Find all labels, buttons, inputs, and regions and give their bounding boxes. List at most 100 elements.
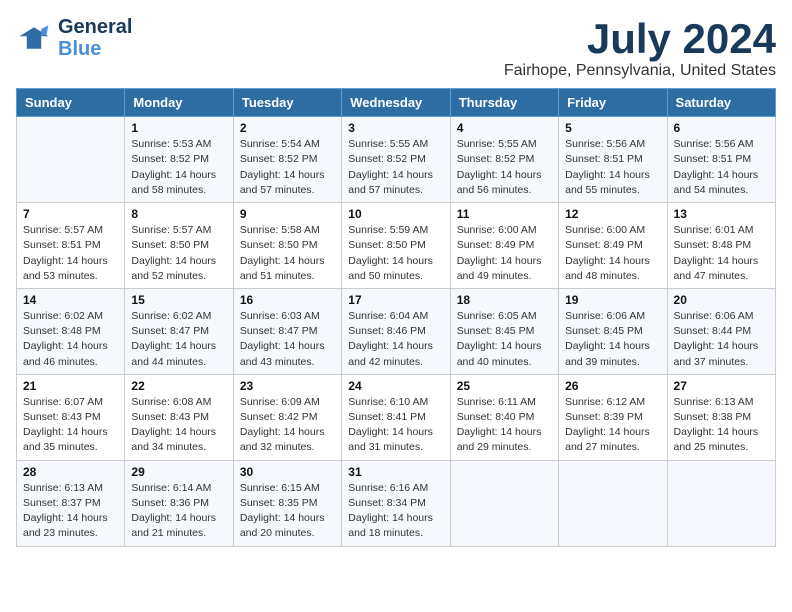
day-number: 21 xyxy=(23,379,118,393)
logo-text: General Blue xyxy=(58,16,132,60)
day-info: Sunrise: 6:16 AMSunset: 8:34 PMDaylight:… xyxy=(348,481,443,542)
calendar-cell: 14 Sunrise: 6:02 AMSunset: 8:48 PMDayligh… xyxy=(17,288,125,374)
day-number: 11 xyxy=(457,207,552,221)
calendar-cell: 30Sunrise: 6:15 AMSunset: 8:35 PMDayligh… xyxy=(233,460,341,546)
day-info: Sunrise: 6:06 AMSunset: 8:45 PMDaylight:… xyxy=(565,309,660,370)
day-info: Sunrise: 5:57 AMSunset: 8:50 PMDaylight:… xyxy=(131,223,226,284)
calendar-cell: 13 Sunrise: 6:01 AMSunset: 8:48 PMDayligh… xyxy=(667,203,775,289)
calendar-cell: 9Sunrise: 5:58 AMSunset: 8:50 PMDaylight… xyxy=(233,203,341,289)
day-number: 14 xyxy=(23,293,118,307)
day-info: Sunrise: 6:02 AMSunset: 8:47 PMDaylight:… xyxy=(131,309,226,370)
weekday-header: Wednesday xyxy=(342,89,450,117)
calendar-subtitle: Fairhope, Pennsylvania, United States xyxy=(504,62,776,80)
calendar-cell: 6 Sunrise: 5:56 AMSunset: 8:51 PMDaylight… xyxy=(667,117,775,203)
calendar-cell: 25 Sunrise: 6:11 AMSunset: 8:40 PMDayligh… xyxy=(450,374,558,460)
calendar-cell: 28 Sunrise: 6:13 AMSunset: 8:37 PMDayligh… xyxy=(17,460,125,546)
day-number: 22 xyxy=(131,379,226,393)
day-info: Sunrise: 6:11 AMSunset: 8:40 PMDaylight:… xyxy=(457,395,552,456)
day-number: 6 xyxy=(674,121,769,135)
day-number: 17 xyxy=(348,293,443,307)
calendar-cell: 5 Sunrise: 5:56 AMSunset: 8:51 PMDaylight… xyxy=(559,117,667,203)
calendar-week-row: 28 Sunrise: 6:13 AMSunset: 8:37 PMDayligh… xyxy=(17,460,776,546)
day-info: Sunrise: 6:00 AMSunset: 8:49 PMDaylight:… xyxy=(457,223,552,284)
weekday-header: Saturday xyxy=(667,89,775,117)
day-number: 8 xyxy=(131,207,226,221)
day-number: 31 xyxy=(348,465,443,479)
calendar-cell: 31 Sunrise: 6:16 AMSunset: 8:34 PMDayligh… xyxy=(342,460,450,546)
day-info: Sunrise: 6:04 AMSunset: 8:46 PMDaylight:… xyxy=(348,309,443,370)
day-info: Sunrise: 6:01 AMSunset: 8:48 PMDaylight:… xyxy=(674,223,769,284)
calendar-cell: 26 Sunrise: 6:12 AMSunset: 8:39 PMDayligh… xyxy=(559,374,667,460)
calendar-cell xyxy=(17,117,125,203)
day-number: 29 xyxy=(131,465,226,479)
calendar-cell: 2Sunrise: 5:54 AMSunset: 8:52 PMDaylight… xyxy=(233,117,341,203)
calendar-cell: 21 Sunrise: 6:07 AMSunset: 8:43 PMDayligh… xyxy=(17,374,125,460)
calendar-cell: 16Sunrise: 6:03 AMSunset: 8:47 PMDayligh… xyxy=(233,288,341,374)
logo-icon xyxy=(16,20,52,56)
calendar-cell: 24Sunrise: 6:10 AMSunset: 8:41 PMDayligh… xyxy=(342,374,450,460)
calendar-cell: 27Sunrise: 6:13 AMSunset: 8:38 PMDayligh… xyxy=(667,374,775,460)
day-number: 13 xyxy=(674,207,769,221)
day-number: 12 xyxy=(565,207,660,221)
day-info: Sunrise: 6:00 AMSunset: 8:49 PMDaylight:… xyxy=(565,223,660,284)
calendar-cell: 1Sunrise: 5:53 AMSunset: 8:52 PMDaylight… xyxy=(125,117,233,203)
day-info: Sunrise: 6:13 AMSunset: 8:37 PMDaylight:… xyxy=(23,481,118,542)
calendar-cell: 20 Sunrise: 6:06 AMSunset: 8:44 PMDayligh… xyxy=(667,288,775,374)
weekday-header: Tuesday xyxy=(233,89,341,117)
calendar-body: 1Sunrise: 5:53 AMSunset: 8:52 PMDaylight… xyxy=(17,117,776,546)
day-info: Sunrise: 6:06 AMSunset: 8:44 PMDaylight:… xyxy=(674,309,769,370)
day-number: 30 xyxy=(240,465,335,479)
weekday-header: Thursday xyxy=(450,89,558,117)
calendar-cell: 19 Sunrise: 6:06 AMSunset: 8:45 PMDayligh… xyxy=(559,288,667,374)
calendar-cell: 29 Sunrise: 6:14 AMSunset: 8:36 PMDayligh… xyxy=(125,460,233,546)
day-info: Sunrise: 5:58 AMSunset: 8:50 PMDaylight:… xyxy=(240,223,335,284)
day-info: Sunrise: 5:55 AMSunset: 8:52 PMDaylight:… xyxy=(457,137,552,198)
header: General Blue July 2024 Fairhope, Pennsyl… xyxy=(16,16,776,80)
day-info: Sunrise: 6:14 AMSunset: 8:36 PMDaylight:… xyxy=(131,481,226,542)
calendar-cell: 18 Sunrise: 6:05 AMSunset: 8:45 PMDayligh… xyxy=(450,288,558,374)
calendar-cell: 23Sunrise: 6:09 AMSunset: 8:42 PMDayligh… xyxy=(233,374,341,460)
day-info: Sunrise: 6:12 AMSunset: 8:39 PMDaylight:… xyxy=(565,395,660,456)
day-number: 7 xyxy=(23,207,118,221)
day-info: Sunrise: 6:03 AMSunset: 8:47 PMDaylight:… xyxy=(240,309,335,370)
day-info: Sunrise: 5:56 AMSunset: 8:51 PMDaylight:… xyxy=(565,137,660,198)
day-info: Sunrise: 6:05 AMSunset: 8:45 PMDaylight:… xyxy=(457,309,552,370)
calendar-title: July 2024 xyxy=(504,16,776,62)
day-number: 26 xyxy=(565,379,660,393)
day-info: Sunrise: 6:10 AMSunset: 8:41 PMDaylight:… xyxy=(348,395,443,456)
weekday-header: Monday xyxy=(125,89,233,117)
day-info: Sunrise: 6:13 AMSunset: 8:38 PMDaylight:… xyxy=(674,395,769,456)
day-info: Sunrise: 6:08 AMSunset: 8:43 PMDaylight:… xyxy=(131,395,226,456)
calendar-cell xyxy=(667,460,775,546)
calendar-cell: 3Sunrise: 5:55 AMSunset: 8:52 PMDaylight… xyxy=(342,117,450,203)
title-area: July 2024 Fairhope, Pennsylvania, United… xyxy=(504,16,776,80)
day-number: 25 xyxy=(457,379,552,393)
day-number: 5 xyxy=(565,121,660,135)
day-info: Sunrise: 5:57 AMSunset: 8:51 PMDaylight:… xyxy=(23,223,118,284)
calendar-week-row: 14 Sunrise: 6:02 AMSunset: 8:48 PMDayligh… xyxy=(17,288,776,374)
calendar-cell: 8 Sunrise: 5:57 AMSunset: 8:50 PMDaylight… xyxy=(125,203,233,289)
day-number: 15 xyxy=(131,293,226,307)
day-info: Sunrise: 6:09 AMSunset: 8:42 PMDaylight:… xyxy=(240,395,335,456)
day-number: 19 xyxy=(565,293,660,307)
day-number: 4 xyxy=(457,121,552,135)
day-info: Sunrise: 5:53 AMSunset: 8:52 PMDaylight:… xyxy=(131,137,226,198)
weekday-header: Friday xyxy=(559,89,667,117)
day-info: Sunrise: 6:07 AMSunset: 8:43 PMDaylight:… xyxy=(23,395,118,456)
day-number: 18 xyxy=(457,293,552,307)
logo: General Blue xyxy=(16,16,132,60)
calendar-cell: 10 Sunrise: 5:59 AMSunset: 8:50 PMDayligh… xyxy=(342,203,450,289)
calendar-cell: 17 Sunrise: 6:04 AMSunset: 8:46 PMDayligh… xyxy=(342,288,450,374)
calendar-week-row: 7 Sunrise: 5:57 AMSunset: 8:51 PMDaylight… xyxy=(17,203,776,289)
day-number: 2 xyxy=(240,121,335,135)
day-info: Sunrise: 5:56 AMSunset: 8:51 PMDaylight:… xyxy=(674,137,769,198)
day-number: 3 xyxy=(348,121,443,135)
calendar-cell: 12 Sunrise: 6:00 AMSunset: 8:49 PMDayligh… xyxy=(559,203,667,289)
day-number: 10 xyxy=(348,207,443,221)
day-number: 28 xyxy=(23,465,118,479)
day-info: Sunrise: 6:02 AMSunset: 8:48 PMDaylight:… xyxy=(23,309,118,370)
calendar-week-row: 1Sunrise: 5:53 AMSunset: 8:52 PMDaylight… xyxy=(17,117,776,203)
day-info: Sunrise: 5:59 AMSunset: 8:50 PMDaylight:… xyxy=(348,223,443,284)
calendar-cell xyxy=(559,460,667,546)
day-number: 20 xyxy=(674,293,769,307)
